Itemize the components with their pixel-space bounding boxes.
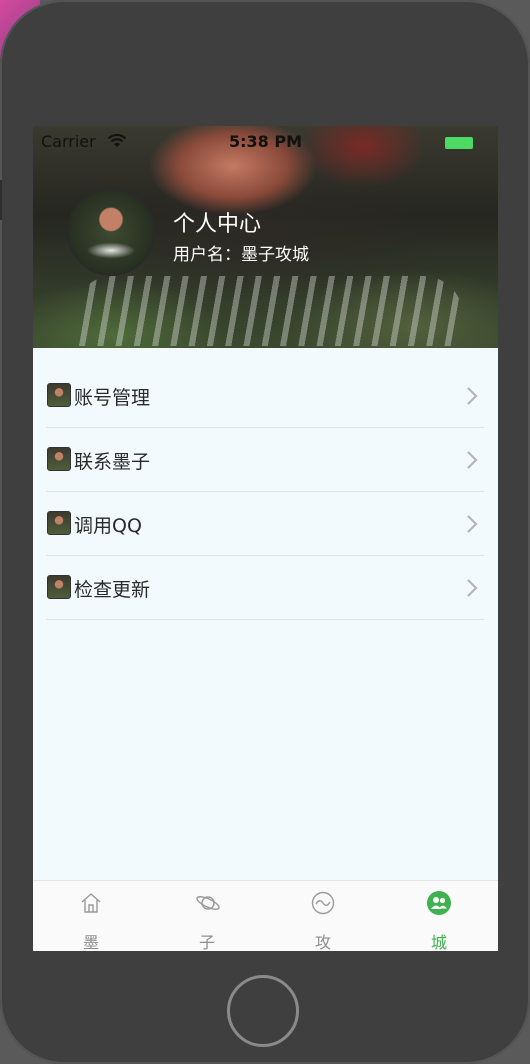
menu-item-label: 联系墨子 (74, 451, 151, 473)
chevron-right-icon (467, 451, 478, 469)
tab-cheng[interactable]: 城 (381, 881, 497, 951)
profile-header: Carrier 5:38 PM 个人中心 用户名：墨子攻城 (33, 126, 498, 348)
app-screen: Carrier 5:38 PM 个人中心 用户名：墨子攻城 账号管理 联系墨子 … (33, 126, 498, 951)
mute-switch (0, 180, 2, 220)
tab-mo[interactable]: 墨 (33, 881, 149, 951)
avatar-thumb-icon (47, 511, 71, 535)
wave-icon (311, 891, 335, 915)
tab-label: 城 (430, 933, 447, 951)
people-icon (427, 891, 451, 915)
chevron-right-icon (467, 579, 478, 597)
menu-item-open-qq[interactable]: 调用QQ (46, 492, 484, 556)
tab-zi[interactable]: 子 (149, 881, 265, 951)
chevron-right-icon (467, 387, 478, 405)
home-button[interactable] (227, 975, 299, 1047)
tab-label: 子 (198, 933, 215, 951)
home-icon (81, 893, 101, 913)
tab-gong[interactable]: 攻 (265, 881, 381, 951)
menu-item-label: 检查更新 (74, 579, 151, 601)
tab-label: 墨 (82, 933, 99, 951)
page-title: 个人中心 (173, 212, 262, 237)
menu-item-label: 调用QQ (74, 515, 142, 537)
username-label: 用户名：墨子攻城 (173, 245, 309, 265)
menu-item-label: 账号管理 (74, 387, 151, 409)
battery-icon (445, 137, 473, 149)
tab-bar: 墨 子 攻 城 (33, 880, 498, 951)
status-time: 5:38 PM (228, 132, 302, 151)
menu-item-contact[interactable]: 联系墨子 (46, 428, 484, 492)
avatar[interactable] (67, 188, 155, 276)
chevron-right-icon (467, 515, 478, 533)
header-background-image (73, 276, 463, 346)
avatar-thumb-icon (47, 575, 71, 599)
menu-item-account[interactable]: 账号管理 (46, 364, 484, 428)
status-bar: Carrier 5:38 PM (33, 126, 498, 158)
menu-item-check-update[interactable]: 检查更新 (46, 556, 484, 620)
avatar-thumb-icon (47, 447, 71, 471)
avatar-thumb-icon (47, 383, 71, 407)
tab-label: 攻 (314, 933, 331, 951)
planet-icon (196, 896, 220, 910)
